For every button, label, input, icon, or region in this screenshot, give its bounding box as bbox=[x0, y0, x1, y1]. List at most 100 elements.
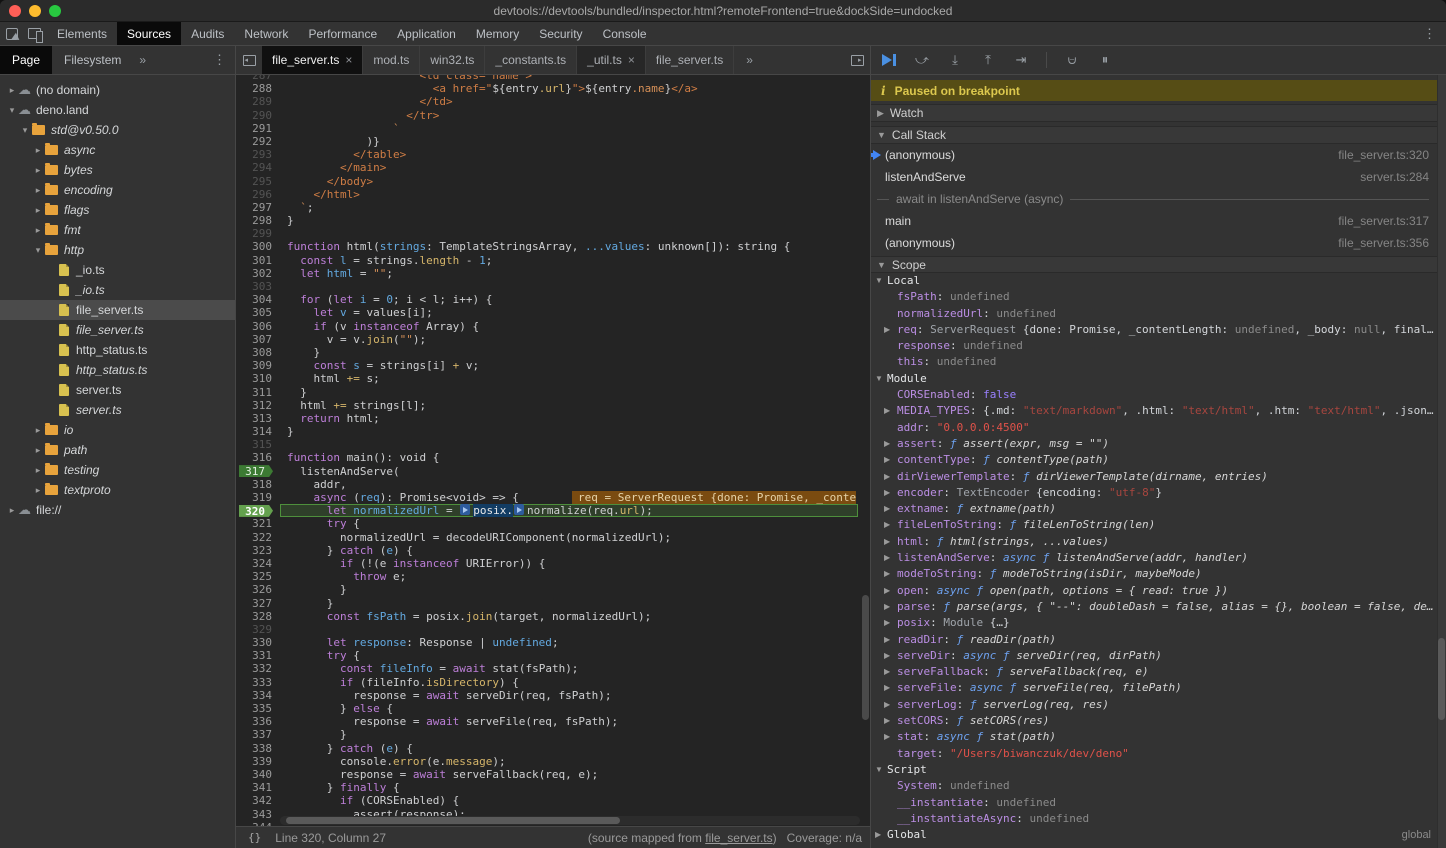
line-number[interactable]: 338 bbox=[252, 742, 272, 755]
line-number-gutter[interactable]: 320 bbox=[236, 504, 280, 517]
chevron-right-icon[interactable]: ▸ bbox=[32, 485, 44, 496]
line-number-gutter[interactable]: 318 bbox=[236, 478, 280, 491]
line-number[interactable]: 337 bbox=[252, 728, 272, 741]
chevron-down-icon[interactable]: ▾ bbox=[19, 125, 31, 136]
line-number[interactable]: 302 bbox=[252, 267, 272, 280]
tree-item-io[interactable]: ▸io bbox=[0, 420, 235, 440]
line-number-gutter[interactable]: 316 bbox=[236, 451, 280, 464]
chevron-right-icon[interactable]: ▸ bbox=[32, 165, 44, 176]
line-number-gutter[interactable]: 294 bbox=[236, 161, 280, 174]
tree-item-deno.land[interactable]: ▾☁deno.land bbox=[0, 100, 235, 120]
resume-icon[interactable] bbox=[881, 52, 897, 68]
tree-item-nodomain[interactable]: ▸☁(no domain) bbox=[0, 80, 235, 100]
line-number-gutter[interactable]: 331 bbox=[236, 649, 280, 662]
chevron-right-icon[interactable]: ▶ bbox=[884, 632, 890, 648]
scope-row[interactable]: normalizedUrl: undefined bbox=[871, 306, 1437, 322]
line-number[interactable]: 289 bbox=[252, 95, 272, 108]
step-out-icon[interactable]: ⤒ bbox=[980, 52, 996, 68]
line-number[interactable]: 291 bbox=[252, 122, 272, 135]
tree-item-file_server.ts[interactable]: file_server.ts bbox=[0, 320, 235, 340]
line-number[interactable]: 305 bbox=[252, 306, 272, 319]
scope-row[interactable]: ▼Script bbox=[871, 762, 1437, 778]
line-number[interactable]: 335 bbox=[252, 702, 272, 715]
step-into-icon[interactable]: ⤓ bbox=[947, 52, 963, 68]
editor-tab-file_server.ts[interactable]: file_server.ts bbox=[646, 46, 734, 74]
pause-on-exceptions-icon[interactable]: ⏸ bbox=[1097, 52, 1113, 68]
scope-row[interactable]: System: undefined bbox=[871, 778, 1437, 794]
scope-row[interactable]: fsPath: undefined bbox=[871, 289, 1437, 305]
chevron-right-icon[interactable]: ▸ bbox=[32, 145, 44, 156]
scope-row[interactable]: addr: "0.0.0.0:4500" bbox=[871, 420, 1437, 436]
tree-item-_io.ts[interactable]: _io.ts bbox=[0, 260, 235, 280]
chevron-right-icon[interactable]: ▶ bbox=[884, 713, 890, 729]
line-number[interactable]: 294 bbox=[252, 161, 272, 174]
chevron-right-icon[interactable]: ▶ bbox=[884, 452, 890, 468]
line-number-gutter[interactable]: 312 bbox=[236, 399, 280, 412]
scope-row[interactable]: ▶parse: ƒ parse(args, { "--": doubleDash… bbox=[871, 599, 1437, 615]
line-number[interactable]: 318 bbox=[252, 478, 272, 491]
line-number[interactable]: 326 bbox=[252, 583, 272, 596]
scope-row[interactable]: ▼Local bbox=[871, 273, 1437, 289]
chevron-right-icon[interactable]: ▸ bbox=[32, 465, 44, 476]
tree-item-http[interactable]: ▾http bbox=[0, 240, 235, 260]
tab-memory[interactable]: Memory bbox=[466, 22, 529, 45]
line-number[interactable]: 298 bbox=[252, 214, 272, 227]
chevron-right-icon[interactable]: ▶ bbox=[884, 469, 890, 485]
call-stack-frame[interactable]: mainfile_server.ts:317 bbox=[871, 210, 1437, 232]
line-number[interactable]: 306 bbox=[252, 320, 272, 333]
line-number[interactable]: 321 bbox=[252, 517, 272, 530]
line-number[interactable]: 325 bbox=[252, 570, 272, 583]
chevron-right-icon[interactable]: ▸ bbox=[32, 425, 44, 436]
line-number[interactable]: 340 bbox=[252, 768, 272, 781]
line-number-gutter[interactable]: 304 bbox=[236, 293, 280, 306]
scope-row[interactable]: ▶serveFile: async ƒ serveFile(req, fileP… bbox=[871, 680, 1437, 696]
chevron-right-icon[interactable]: ▶ bbox=[884, 615, 890, 631]
tree-item-async[interactable]: ▸async bbox=[0, 140, 235, 160]
tree-item-file[interactable]: ▸☁file:// bbox=[0, 500, 235, 520]
scope-row[interactable]: ▶Globalglobal bbox=[871, 827, 1437, 843]
line-number[interactable]: 327 bbox=[252, 597, 272, 610]
scope-row[interactable]: ▶open: async ƒ open(path, options = { re… bbox=[871, 583, 1437, 599]
line-number[interactable]: 342 bbox=[252, 794, 272, 807]
chevron-right-icon[interactable]: ▶ bbox=[884, 680, 890, 696]
chevron-right-icon[interactable]: ▶ bbox=[884, 697, 890, 713]
sidebar-scrollbar[interactable] bbox=[1437, 75, 1446, 848]
line-number[interactable]: 343 bbox=[252, 808, 272, 821]
line-number[interactable]: 288 bbox=[252, 82, 272, 95]
scope-row[interactable]: ▶contentType: ƒ contentType(path) bbox=[871, 452, 1437, 468]
line-number-gutter[interactable]: 317 bbox=[236, 465, 280, 478]
call-stack-frame[interactable]: listenAndServeserver.ts:284 bbox=[871, 166, 1437, 188]
window-controls[interactable] bbox=[9, 5, 61, 17]
tab-elements[interactable]: Elements bbox=[47, 22, 117, 45]
line-number-gutter[interactable]: 297 bbox=[236, 201, 280, 214]
line-number-gutter[interactable]: 323 bbox=[236, 544, 280, 557]
line-number[interactable]: 295 bbox=[252, 175, 272, 188]
line-number-gutter[interactable]: 341 bbox=[236, 781, 280, 794]
more-editor-tabs-icon[interactable]: » bbox=[734, 46, 765, 74]
close-icon[interactable]: × bbox=[628, 53, 635, 67]
tree-item-encoding[interactable]: ▸encoding bbox=[0, 180, 235, 200]
tree-item-flags[interactable]: ▸flags bbox=[0, 200, 235, 220]
line-number[interactable]: 334 bbox=[252, 689, 272, 702]
tree-item-server.ts[interactable]: server.ts bbox=[0, 380, 235, 400]
line-number[interactable]: 328 bbox=[252, 610, 272, 623]
chevron-right-icon[interactable]: ▶ bbox=[884, 664, 890, 680]
tab-application[interactable]: Application bbox=[387, 22, 466, 45]
chevron-right-icon[interactable]: ▶ bbox=[884, 599, 890, 615]
tree-item-http_status.ts[interactable]: http_status.ts bbox=[0, 360, 235, 380]
navigator-tab-filesystem[interactable]: Filesystem bbox=[52, 46, 133, 74]
line-number-gutter[interactable]: 287 bbox=[236, 75, 280, 82]
line-number[interactable]: 330 bbox=[252, 636, 272, 649]
line-number-gutter[interactable]: 308 bbox=[236, 346, 280, 359]
line-number-gutter[interactable]: 288 bbox=[236, 82, 280, 95]
chevron-right-icon[interactable]: ▸ bbox=[32, 205, 44, 216]
line-number-gutter[interactable]: 290 bbox=[236, 109, 280, 122]
inspect-element-icon[interactable] bbox=[6, 28, 18, 40]
line-number-gutter[interactable]: 322 bbox=[236, 531, 280, 544]
line-number-gutter[interactable]: 337 bbox=[236, 728, 280, 741]
line-number[interactable]: 293 bbox=[252, 148, 272, 161]
scope-row[interactable]: ▶setCORS: ƒ setCORS(res) bbox=[871, 713, 1437, 729]
chevron-right-icon[interactable]: ▶ bbox=[875, 827, 881, 843]
navigator-menu-icon[interactable]: ⋮ bbox=[204, 46, 235, 74]
editor-tab-_util.ts[interactable]: _util.ts× bbox=[577, 46, 646, 74]
